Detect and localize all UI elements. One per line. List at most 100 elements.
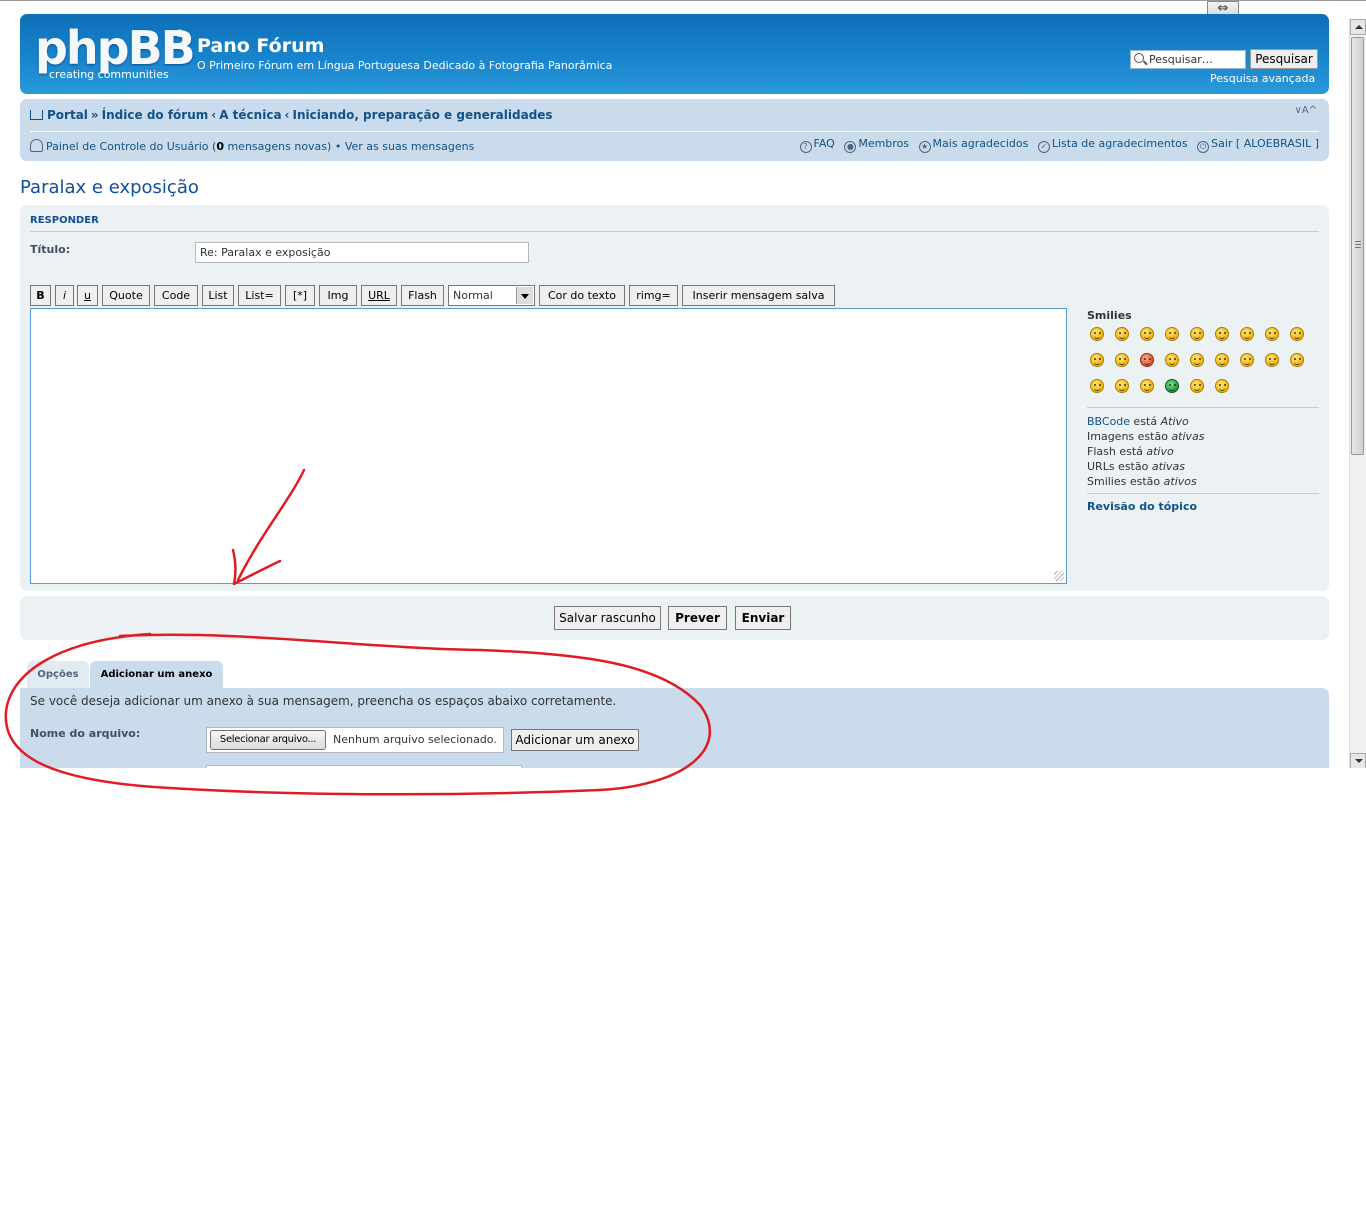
scroll-down-icon[interactable] bbox=[1350, 753, 1366, 768]
flash-button[interactable]: Flash bbox=[401, 285, 444, 306]
underline-button[interactable]: u bbox=[77, 285, 98, 306]
resize-grip-icon[interactable] bbox=[1054, 571, 1064, 581]
quote-button[interactable]: Quote bbox=[102, 285, 150, 306]
scroll-up-icon[interactable] bbox=[1350, 19, 1366, 35]
breadcrumb-separator: ‹ bbox=[284, 108, 290, 122]
smiley-icon[interactable] bbox=[1265, 353, 1279, 367]
bullet-separator: • bbox=[334, 140, 342, 153]
smiley-icon[interactable] bbox=[1190, 379, 1204, 393]
breadcrumb-getting-started[interactable]: Iniciando, preparação e generalidades bbox=[293, 108, 553, 122]
choose-file-button[interactable]: Selecionar arquivo... bbox=[210, 730, 326, 750]
smiley-icon[interactable] bbox=[1090, 379, 1104, 393]
url-button[interactable]: URL bbox=[361, 285, 397, 306]
smiley-icon[interactable] bbox=[1140, 379, 1154, 393]
italic-button[interactable]: i bbox=[55, 285, 74, 306]
navbar: Portal» Índice do fórum ‹ A técnica ‹ Inician… bbox=[20, 99, 1329, 161]
smiley-icon[interactable] bbox=[1215, 379, 1229, 393]
ucp-link[interactable]: Painel de Controle do Usuário ( bbox=[46, 140, 216, 153]
image-button[interactable]: Img bbox=[319, 285, 357, 306]
file-comment-input[interactable] bbox=[206, 765, 522, 768]
scroll-thumb[interactable] bbox=[1351, 37, 1364, 455]
font-size-control[interactable]: ∨A^ bbox=[1294, 105, 1317, 116]
bbcode-state: Ativo bbox=[1160, 415, 1189, 428]
search-input[interactable]: Pesquisar… bbox=[1130, 50, 1246, 69]
attachment-panel: Se você deseja adicionar um anexo à sua … bbox=[20, 688, 1329, 768]
title-input[interactable]: Re: Paralax e exposição bbox=[195, 242, 529, 263]
smiley-icon[interactable] bbox=[1115, 379, 1129, 393]
insert-saved-message-button[interactable]: Inserir mensagem salva bbox=[682, 285, 835, 306]
vertical-scrollbar[interactable] bbox=[1349, 19, 1366, 768]
topic-review-link[interactable]: Revisão do tópico bbox=[1087, 500, 1197, 513]
search-button[interactable]: Pesquisar bbox=[1250, 49, 1318, 69]
breadcrumb-technique[interactable]: A técnica bbox=[219, 108, 281, 122]
title-label: Título: bbox=[30, 243, 71, 256]
breadcrumb-forum-index[interactable]: Índice do fórum bbox=[102, 108, 209, 122]
smiley-icon[interactable] bbox=[1090, 327, 1104, 341]
chevron-down-icon[interactable] bbox=[516, 287, 533, 304]
save-draft-button[interactable]: Salvar rascunho bbox=[554, 606, 661, 630]
smiley-icon[interactable] bbox=[1290, 327, 1304, 341]
faq-link[interactable]: FAQ bbox=[814, 137, 835, 150]
tab-add-attachment[interactable]: Adicionar um anexo bbox=[90, 661, 223, 688]
search-icon bbox=[1134, 53, 1144, 63]
ucp-suffix[interactable]: mensagens novas) bbox=[224, 140, 331, 153]
smiley-icon[interactable] bbox=[1115, 327, 1129, 341]
smiley-icon[interactable] bbox=[1215, 353, 1229, 367]
smiley-icon[interactable] bbox=[1240, 353, 1254, 367]
file-input[interactable]: Selecionar arquivo... Nenhum arquivo sel… bbox=[206, 727, 504, 753]
breadcrumb-portal[interactable]: Portal bbox=[47, 108, 88, 122]
font-size-select[interactable]: Normal bbox=[448, 285, 535, 306]
smiley-icon[interactable] bbox=[1115, 353, 1129, 367]
smiley-icon[interactable] bbox=[1265, 327, 1279, 341]
phpbb-logo[interactable]: phpBB ® creating communities bbox=[35, 24, 196, 81]
heading-divider bbox=[30, 231, 1319, 232]
smiley-icon[interactable] bbox=[1090, 353, 1104, 367]
smiley-icon[interactable] bbox=[1140, 353, 1154, 367]
no-file-text: Nenhum arquivo selecionado. bbox=[333, 733, 497, 746]
faq-icon: ? bbox=[799, 141, 812, 153]
urls-state: ativas bbox=[1151, 460, 1185, 473]
rimg-button[interactable]: rimg= bbox=[629, 285, 678, 306]
list-button[interactable]: List bbox=[202, 285, 234, 306]
text-color-button[interactable]: Cor do texto bbox=[539, 285, 625, 306]
smiley-icon[interactable] bbox=[1290, 353, 1304, 367]
images-state: ativas bbox=[1171, 430, 1205, 443]
site-header: phpBB ® creating communities Pano Fórum … bbox=[20, 14, 1329, 94]
view-messages-link[interactable]: Ver as suas mensagens bbox=[345, 140, 474, 153]
logo-registered-mark: ® bbox=[174, 27, 185, 40]
smiley-icon[interactable] bbox=[1165, 353, 1179, 367]
message-textarea[interactable] bbox=[30, 308, 1067, 584]
attachment-description: Se você deseja adicionar um anexo à sua … bbox=[30, 694, 617, 708]
smiley-icon[interactable] bbox=[1190, 327, 1204, 341]
search-placeholder: Pesquisar… bbox=[1149, 53, 1213, 66]
new-messages-count[interactable]: 0 bbox=[216, 140, 224, 153]
ordered-list-button[interactable]: List= bbox=[238, 285, 281, 306]
smiley-icon[interactable] bbox=[1165, 379, 1179, 393]
add-attachment-button[interactable]: Adicionar um anexo bbox=[511, 729, 639, 751]
smiley-icon[interactable] bbox=[1240, 327, 1254, 341]
tab-options[interactable]: Opções bbox=[27, 661, 89, 688]
user-control-panel: Painel de Controle do Usuário (0 mensage… bbox=[30, 137, 474, 153]
star-icon: ★ bbox=[918, 141, 931, 153]
most-thanked-link[interactable]: Mais agradecidos bbox=[933, 137, 1029, 150]
logo-tagline: creating communities bbox=[49, 68, 169, 81]
members-link[interactable]: Membros bbox=[858, 137, 909, 150]
reply-heading: Responder bbox=[30, 215, 99, 226]
smiley-icon[interactable] bbox=[1190, 353, 1204, 367]
send-button[interactable]: Enviar bbox=[735, 606, 791, 630]
code-button[interactable]: Code bbox=[154, 285, 198, 306]
breadcrumb-separator: ‹ bbox=[211, 108, 217, 122]
smiley-icon[interactable] bbox=[1215, 327, 1229, 341]
smiley-icon[interactable] bbox=[1140, 327, 1154, 341]
bold-button[interactable]: B bbox=[30, 285, 51, 306]
user-links: ? FAQ ● Membros ★ Mais agradecidos ✓ Lista d… bbox=[794, 137, 1319, 153]
preview-button[interactable]: Prever bbox=[668, 606, 727, 630]
thanks-list-link[interactable]: Lista de agradecimentos bbox=[1052, 137, 1188, 150]
topic-title[interactable]: Paralax e exposição bbox=[20, 177, 199, 198]
site-title[interactable]: Pano Fórum bbox=[197, 35, 324, 57]
advanced-search-link[interactable]: Pesquisa avançada bbox=[1210, 72, 1315, 85]
bbcode-link[interactable]: BBCode bbox=[1087, 415, 1130, 428]
list-item-button[interactable]: [*] bbox=[285, 285, 315, 306]
smiley-icon[interactable] bbox=[1165, 327, 1179, 341]
logout-link[interactable]: Sair [ ALOEBRASIL ] bbox=[1211, 137, 1319, 150]
